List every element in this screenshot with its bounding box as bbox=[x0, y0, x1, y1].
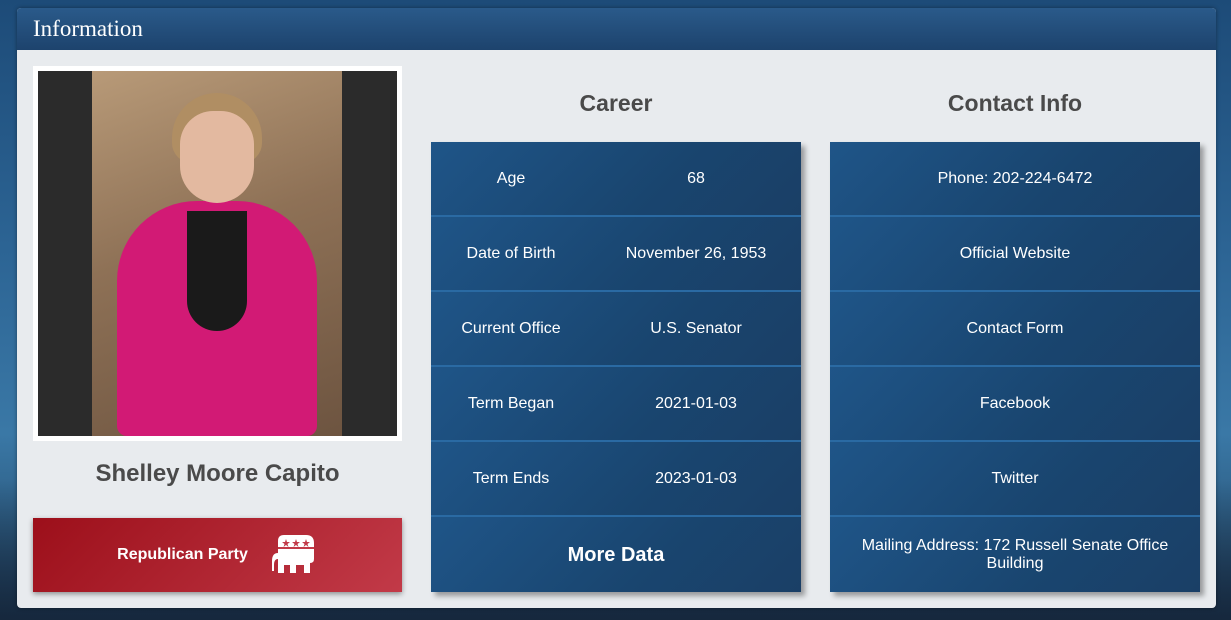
twitter-link[interactable]: Twitter bbox=[830, 442, 1200, 517]
career-row-office: Current Office U.S. Senator bbox=[431, 292, 801, 367]
dob-value: November 26, 1953 bbox=[625, 244, 767, 262]
career-row-dob: Date of Birth November 26, 1953 bbox=[431, 217, 801, 292]
person-shirt bbox=[187, 211, 247, 331]
career-row-term-began: Term Began 2021-01-03 bbox=[431, 367, 801, 442]
elephant-icon bbox=[271, 535, 314, 573]
career-title: Career bbox=[579, 90, 653, 116]
term-ends-value: 2023-01-03 bbox=[655, 469, 737, 487]
mailing-address-text: Mailing Address: 172 Russell Senate Offi… bbox=[861, 536, 1169, 572]
career-row-term-ends: Term Ends 2023-01-03 bbox=[431, 442, 801, 517]
photo-image bbox=[92, 71, 342, 436]
person-face bbox=[180, 111, 254, 203]
contact-form-label: Contact Form bbox=[966, 319, 1064, 337]
contact-form-link[interactable]: Contact Form bbox=[830, 292, 1200, 367]
term-began-value: 2021-01-03 bbox=[655, 394, 737, 412]
facebook-link[interactable]: Facebook bbox=[830, 367, 1200, 442]
contact-title: Contact Info bbox=[947, 90, 1083, 116]
official-website-link[interactable]: Official Website bbox=[830, 217, 1200, 292]
contact-row-mailing: Mailing Address: 172 Russell Senate Offi… bbox=[830, 517, 1200, 592]
photo-background bbox=[38, 71, 397, 436]
facebook-label: Facebook bbox=[979, 394, 1051, 412]
party-button[interactable]: Republican Party bbox=[33, 518, 402, 592]
more-data-label: More Data bbox=[567, 543, 665, 566]
dob-label: Date of Birth bbox=[466, 244, 556, 262]
official-website-label: Official Website bbox=[959, 244, 1071, 262]
phone-text: Phone: 202-224-6472 bbox=[937, 169, 1093, 187]
office-label: Current Office bbox=[461, 319, 561, 337]
panel-title: Information bbox=[17, 8, 1216, 50]
term-began-label: Term Began bbox=[467, 394, 555, 412]
party-label: Republican Party bbox=[117, 546, 248, 563]
information-panel: Information Shelley Moore Capito Republi… bbox=[17, 8, 1216, 608]
age-label: Age bbox=[496, 169, 526, 187]
twitter-label: Twitter bbox=[991, 469, 1039, 487]
more-data-button[interactable]: More Data bbox=[431, 517, 801, 592]
age-value: 68 bbox=[687, 169, 705, 187]
contact-row-phone: Phone: 202-224-6472 bbox=[830, 142, 1200, 217]
office-value: U.S. Senator bbox=[650, 319, 742, 337]
contact-grid: Phone: 202-224-6472 Official Website Con… bbox=[830, 142, 1200, 592]
term-ends-label: Term Ends bbox=[472, 469, 550, 487]
person-name: Shelley Moore Capito bbox=[95, 460, 340, 487]
career-row-age: Age 68 bbox=[431, 142, 801, 217]
career-grid: Age 68 Date of Birth November 26, 1953 C… bbox=[431, 142, 801, 592]
profile-photo bbox=[33, 66, 402, 441]
